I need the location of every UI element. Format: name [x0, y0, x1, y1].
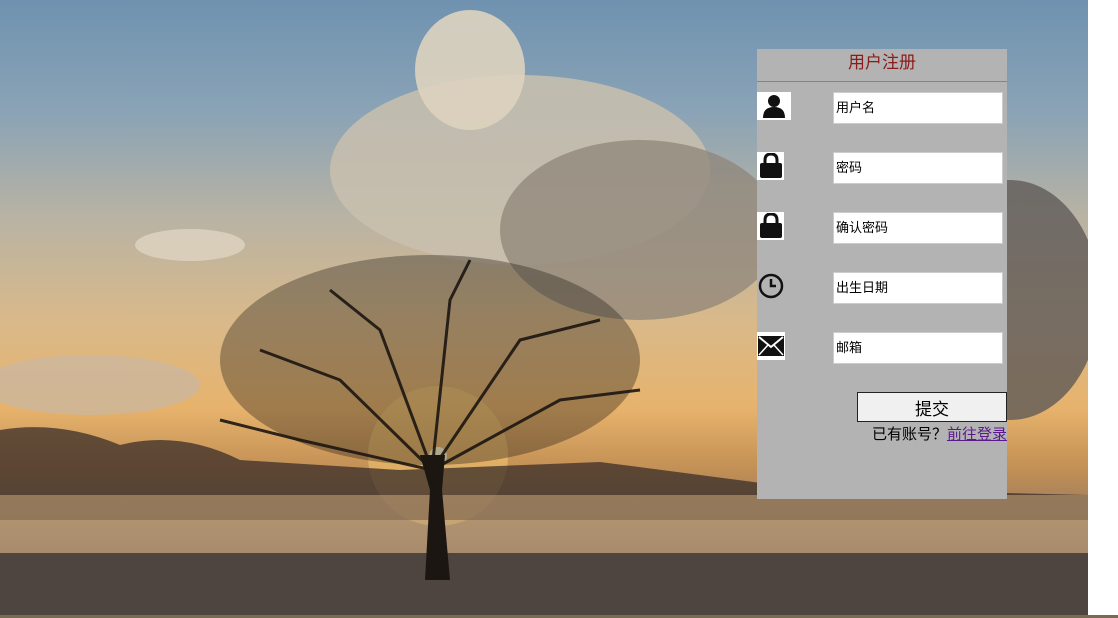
password-input[interactable] — [833, 152, 1003, 184]
login-prompt-line: 已有账号？前往登录 — [872, 423, 1007, 444]
login-prompt-text: 已有账号？ — [871, 425, 947, 443]
email-input[interactable] — [833, 332, 1003, 364]
clock-icon — [757, 272, 785, 300]
username-input[interactable] — [833, 92, 1003, 124]
submit-button[interactable]: 提交 — [857, 392, 1007, 422]
registration-page: 用户注册 用户名 出生日期 邮箱 提交 已有账号？前往登录 — [0, 0, 1118, 618]
user-icon — [757, 92, 791, 120]
lock-icon — [757, 152, 784, 180]
username-row — [757, 92, 1007, 128]
go-to-login-link[interactable]: 前往登录 — [947, 425, 1007, 443]
birthdate-input[interactable] — [833, 272, 1003, 304]
lock-icon — [757, 212, 784, 240]
mail-icon — [757, 332, 785, 360]
birthdate-row — [757, 272, 1007, 308]
confirm-password-input[interactable] — [833, 212, 1003, 244]
email-row — [757, 332, 1007, 368]
confirm-password-row — [757, 212, 1007, 248]
form-title: 用户注册 — [757, 49, 1007, 82]
password-row — [757, 152, 1007, 188]
register-panel: 用户注册 用户名 出生日期 邮箱 提交 已有账号？前往登录 — [757, 49, 1007, 499]
